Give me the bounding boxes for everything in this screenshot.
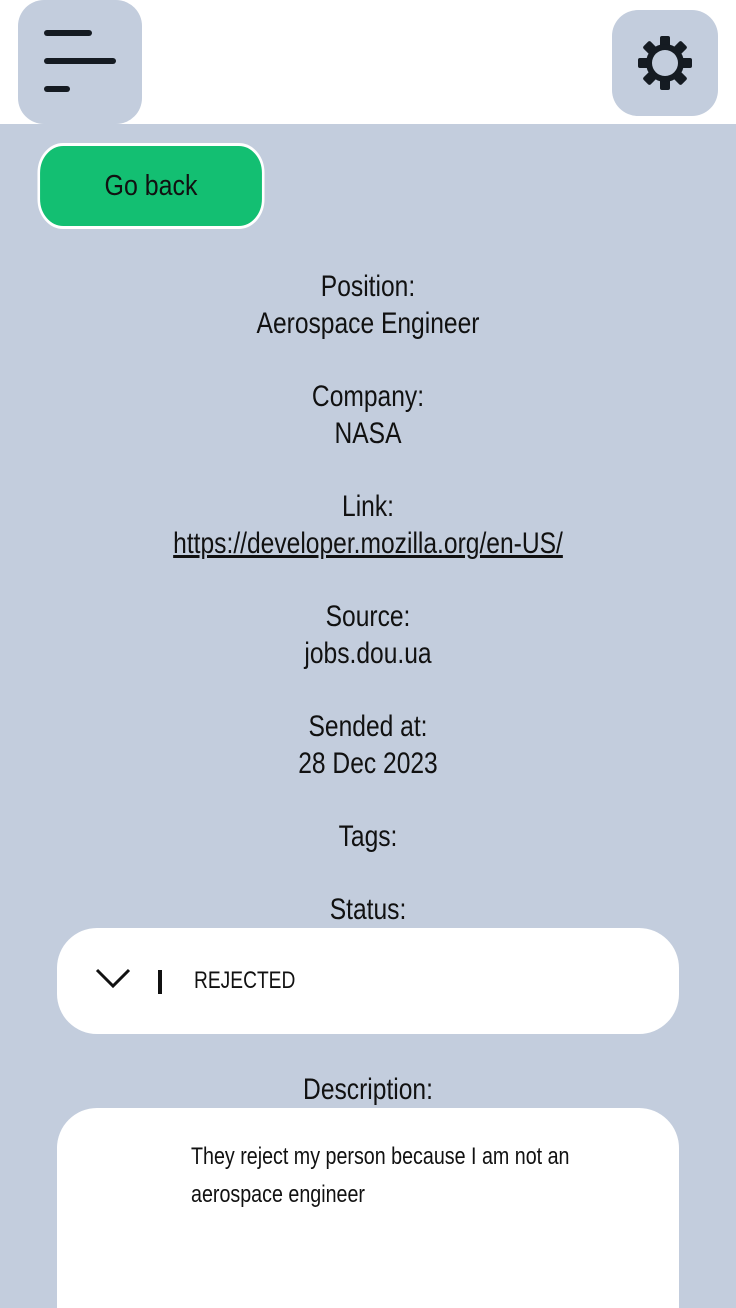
- settings-button[interactable]: [612, 10, 718, 116]
- company-value: NASA: [334, 417, 402, 450]
- link-field: Link: https://developer.mozilla.org/en-U…: [0, 488, 736, 562]
- gear-icon: [638, 36, 692, 90]
- status-separator: [158, 970, 162, 994]
- sended-field: Sended at: 28 Dec 2023: [0, 708, 736, 782]
- description-label: Description:: [303, 1073, 433, 1106]
- position-value: Aerospace Engineer: [256, 307, 480, 340]
- description-text: They reject my person because I am not a…: [191, 1143, 570, 1208]
- description-field: Description:: [0, 1071, 736, 1108]
- source-field: Source: jobs.dou.ua: [0, 598, 736, 672]
- status-label: Status:: [329, 893, 407, 926]
- source-label: Source:: [325, 600, 411, 633]
- position-label: Position:: [320, 270, 416, 303]
- menu-icon-line: [44, 58, 116, 64]
- sended-label: Sended at:: [308, 710, 428, 743]
- status-select[interactable]: [57, 928, 679, 1034]
- company-field: Company: NASA: [0, 378, 736, 452]
- menu-icon-line: [44, 86, 70, 92]
- sended-value: 28 Dec 2023: [298, 747, 438, 780]
- position-field: Position: Aerospace Engineer: [0, 268, 736, 342]
- status-field: Status:: [0, 891, 736, 928]
- tags-label: Tags:: [338, 820, 398, 853]
- menu-icon: [44, 30, 92, 36]
- tags-field: Tags:: [0, 818, 736, 855]
- source-value: jobs.dou.ua: [304, 637, 432, 670]
- menu-button[interactable]: [18, 0, 142, 124]
- link-label: Link:: [342, 490, 394, 523]
- link-value[interactable]: https://developer.mozilla.org/en-US/: [173, 527, 563, 560]
- status-value: REJECTED: [194, 967, 296, 994]
- company-label: Company:: [311, 380, 425, 413]
- go-back-button[interactable]: Go back: [37, 143, 265, 229]
- chevron-down-icon[interactable]: [94, 966, 132, 990]
